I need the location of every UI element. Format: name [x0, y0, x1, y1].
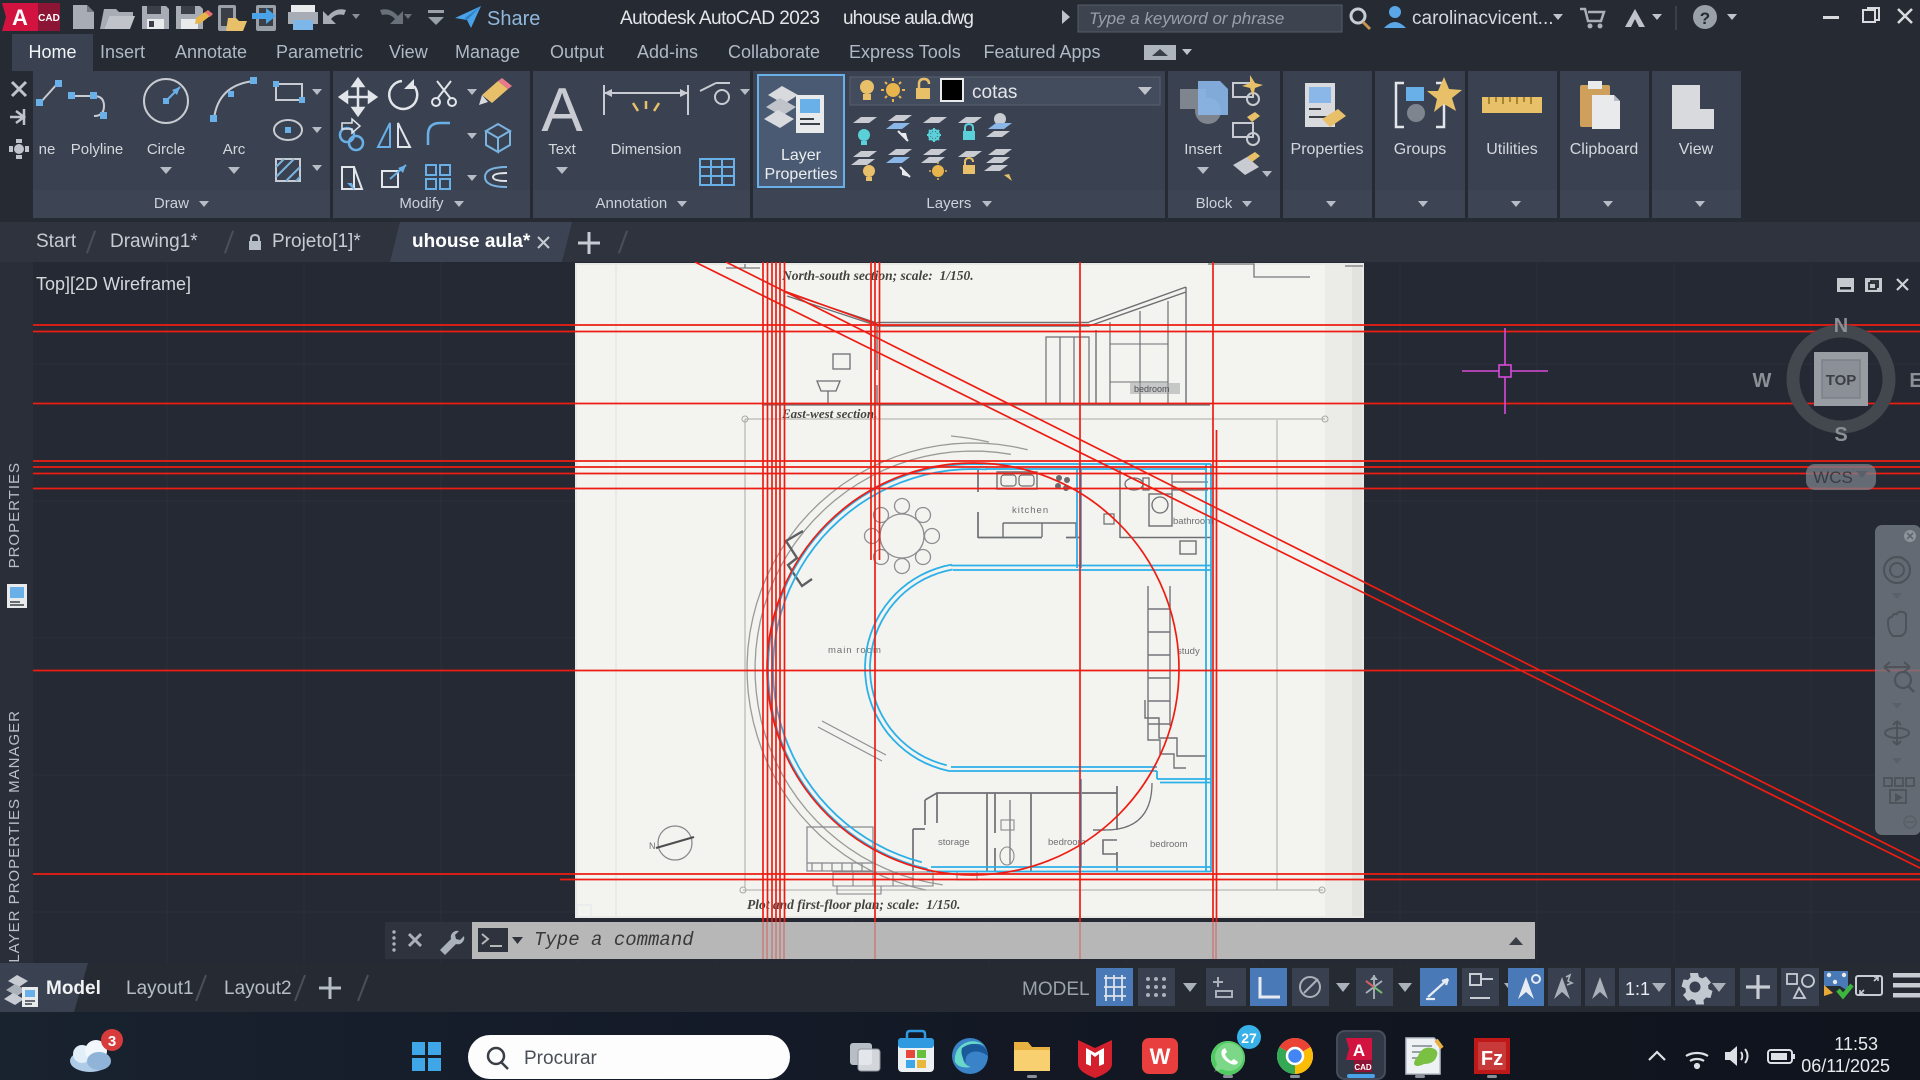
svg-text:S: S — [1834, 424, 1847, 446]
svg-text:Top][2D Wireframe]: Top][2D Wireframe] — [36, 274, 191, 294]
svg-text:Dimension: Dimension — [611, 141, 682, 158]
svg-text:CAD: CAD — [38, 13, 60, 24]
svg-text:Layout1: Layout1 — [126, 978, 194, 999]
svg-text:Type a keyword or phrase: Type a keyword or phrase — [1089, 9, 1284, 28]
svg-text:bedroom: bedroom — [1150, 839, 1188, 850]
svg-text:WCS: WCS — [1813, 468, 1853, 487]
svg-text:MODEL: MODEL — [1022, 979, 1090, 1000]
svg-text:Arc: Arc — [223, 141, 246, 158]
svg-text:bathroom: bathroom — [1173, 516, 1213, 527]
svg-text:Plot and first-floor plan; sca: Plot and first-floor plan; scale: 1/150. — [747, 897, 960, 912]
svg-text:Utilities: Utilities — [1486, 141, 1538, 158]
svg-text:Share: Share — [487, 8, 540, 30]
svg-text:Circle: Circle — [147, 141, 185, 158]
svg-text:Procurar: Procurar — [524, 1048, 598, 1069]
svg-text:Fz: Fz — [1481, 1048, 1503, 1070]
svg-text:3: 3 — [108, 1033, 116, 1050]
svg-text:View: View — [1679, 141, 1714, 158]
svg-text:study: study — [1177, 646, 1200, 657]
svg-text:27: 27 — [1241, 1030, 1257, 1046]
svg-text:cotas: cotas — [972, 82, 1017, 103]
svg-text:A: A — [12, 5, 28, 30]
svg-text:Properties: Properties — [1291, 141, 1364, 158]
svg-text:uhouse aula.dwg: uhouse aula.dwg — [843, 8, 974, 29]
svg-text:A: A — [541, 76, 583, 145]
svg-text:CAD: CAD — [1354, 1063, 1372, 1072]
svg-text:Properties: Properties — [765, 166, 838, 183]
svg-text:W: W — [1150, 1044, 1171, 1069]
svg-text:Layout2: Layout2 — [224, 978, 292, 999]
svg-text:Polyline: Polyline — [71, 141, 124, 158]
svg-text:Text: Text — [548, 141, 576, 158]
svg-text:main room: main room — [828, 645, 882, 656]
svg-text:ne: ne — [39, 141, 56, 158]
svg-text:06/11/2025: 06/11/2025 — [1801, 1056, 1890, 1076]
svg-text:storage: storage — [938, 837, 970, 848]
svg-text:Layer: Layer — [781, 147, 822, 164]
svg-text:North-south section; scale: 1: North-south section; scale: 1/150. — [781, 268, 974, 283]
svg-text:bedroom: bedroom — [1134, 384, 1170, 394]
svg-text:N: N — [1834, 315, 1848, 337]
svg-text:W: W — [1753, 370, 1772, 392]
svg-text:Model: Model — [46, 978, 101, 999]
svg-text:1:1: 1:1 — [1625, 979, 1650, 999]
svg-text:11:53: 11:53 — [1834, 1034, 1878, 1054]
svg-text:Insert: Insert — [1184, 141, 1222, 158]
svg-text:Autodesk AutoCAD 2023: Autodesk AutoCAD 2023 — [620, 8, 820, 29]
svg-text:TOP: TOP — [1826, 372, 1857, 389]
svg-text:carolinacvicent...: carolinacvicent... — [1412, 8, 1554, 29]
svg-text:kitchen: kitchen — [1012, 505, 1049, 516]
svg-text:Groups: Groups — [1394, 141, 1446, 158]
svg-text:A: A — [1353, 1041, 1365, 1060]
svg-text:Clipboard: Clipboard — [1570, 141, 1638, 158]
svg-text:?: ? — [1700, 9, 1710, 28]
svg-text:E: E — [1909, 370, 1920, 392]
svg-text:N: N — [649, 841, 656, 851]
